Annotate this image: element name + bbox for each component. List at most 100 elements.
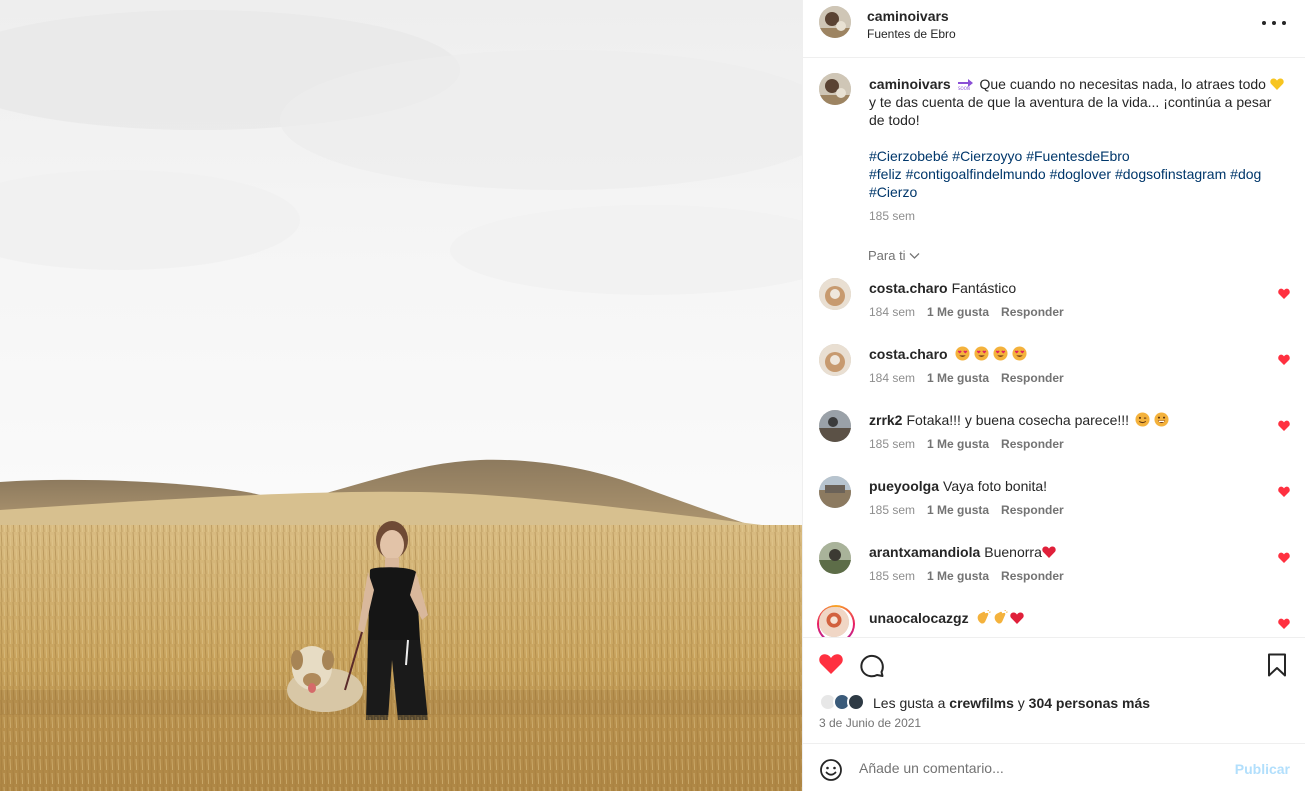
caption-username[interactable]: caminoivars bbox=[869, 76, 951, 92]
caption-timestamp[interactable]: 185 sem bbox=[869, 209, 915, 223]
commenter-username[interactable]: unaocalocazgz bbox=[869, 610, 969, 626]
grinning-emoji-icon bbox=[1154, 412, 1169, 427]
comment-time[interactable]: 184 sem bbox=[869, 305, 915, 319]
hashtag-link[interactable]: #dogsofinstagram bbox=[1115, 166, 1226, 182]
first-liker-link[interactable]: crewfilms bbox=[949, 695, 1014, 711]
red-heart-emoji-icon bbox=[1010, 612, 1025, 624]
comment-meta: 185 sem 1 Me gusta Responder bbox=[869, 503, 1064, 517]
comment-like-heart-icon[interactable] bbox=[1278, 552, 1290, 563]
post-photo[interactable] bbox=[0, 0, 802, 791]
publish-button[interactable]: Publicar bbox=[1235, 761, 1290, 777]
comment-likes[interactable]: 1 Me gusta bbox=[927, 503, 989, 517]
comment-item: pueyoolga Vaya foto bonita! 185 sem 1 Me … bbox=[803, 476, 1305, 536]
reply-button[interactable]: Responder bbox=[1001, 503, 1064, 517]
comment-text: zrrk2 Fotaka!!! y buena cosecha parece!!! bbox=[869, 411, 1249, 429]
comment-text: arantxamandiola Buenorra bbox=[869, 543, 1249, 561]
commenter-username[interactable]: zrrk2 bbox=[869, 412, 902, 428]
post-date[interactable]: 3 de Junio de 2021 bbox=[819, 716, 921, 730]
commenter-avatar[interactable] bbox=[819, 542, 851, 574]
add-comment-bar: Publicar bbox=[803, 743, 1305, 791]
comment-sort-dropdown[interactable]: Para ti bbox=[868, 248, 920, 263]
comment-item: costa.charo 184 sem 1 Me gusta Responder bbox=[803, 344, 1305, 404]
author-avatar[interactable] bbox=[819, 6, 851, 38]
hashtag-link[interactable]: #FuentesdeEbro bbox=[1026, 148, 1130, 164]
hashtag-link[interactable]: #doglover bbox=[1050, 166, 1112, 182]
comment-text: pueyoolga Vaya foto bonita! bbox=[869, 478, 1048, 494]
comment-input[interactable] bbox=[859, 754, 1219, 782]
comment-meta: 185 sem 1 Me gusta Responder bbox=[869, 437, 1064, 451]
post-caption: caminoivars SOON Que cuando no necesitas… bbox=[869, 75, 1289, 129]
emoji-picker-icon[interactable] bbox=[819, 758, 843, 782]
likers-avatars[interactable] bbox=[819, 692, 871, 712]
commenter-avatar[interactable] bbox=[819, 607, 849, 637]
comment-item: costa.charo Fantástico 184 sem 1 Me gusta… bbox=[803, 278, 1305, 338]
commenter-avatar[interactable] bbox=[819, 476, 851, 508]
comment-like-heart-icon[interactable] bbox=[1278, 288, 1290, 299]
reply-button[interactable]: Responder bbox=[1001, 437, 1064, 451]
heart-eyes-emoji-icon bbox=[993, 346, 1009, 361]
reply-button[interactable]: Responder bbox=[1001, 569, 1064, 583]
comment-text: unaocalocazgz bbox=[869, 609, 1249, 627]
caption-hashtags: #Cierzobebé #Cierzoyyo #FuentesdeEbro #f… bbox=[869, 147, 1289, 201]
hashtag-link[interactable]: #contigoalfindelmundo bbox=[906, 166, 1046, 182]
caption-text-1: Que cuando no necesitas nada, lo atraes … bbox=[979, 76, 1266, 92]
commenter-username[interactable]: costa.charo bbox=[869, 346, 948, 362]
commenter-username[interactable]: arantxamandiola bbox=[869, 544, 980, 560]
comment-text: costa.charo bbox=[869, 345, 1249, 363]
comment-item: arantxamandiola Buenorra 185 sem 1 Me gus… bbox=[803, 542, 1305, 602]
comment-item: unaocalocazgz bbox=[803, 605, 1305, 637]
red-heart-emoji-icon bbox=[1042, 546, 1056, 558]
winking-emoji-icon bbox=[1135, 412, 1150, 427]
hashtag-link[interactable]: #dog bbox=[1230, 166, 1261, 182]
caption-author-avatar[interactable] bbox=[819, 73, 851, 105]
commenter-avatar[interactable] bbox=[819, 344, 851, 376]
commenter-avatar[interactable] bbox=[819, 410, 851, 442]
comment-time[interactable]: 184 sem bbox=[869, 371, 915, 385]
reply-button[interactable]: Responder bbox=[1001, 371, 1064, 385]
comments-section[interactable]: caminoivars SOON Que cuando no necesitas… bbox=[803, 59, 1305, 637]
post-location[interactable]: Fuentes de Ebro bbox=[867, 27, 956, 41]
comment-item: zrrk2 Fotaka!!! y buena cosecha parece!!!… bbox=[803, 410, 1305, 470]
comment-likes[interactable]: 1 Me gusta bbox=[927, 437, 989, 451]
comment-text: costa.charo Fantástico bbox=[869, 280, 1017, 296]
hashtag-link[interactable]: #Cierzobebé bbox=[869, 148, 948, 164]
post-dialog: caminoivars Fuentes de Ebro caminoivars … bbox=[0, 0, 1305, 791]
comment-likes[interactable]: 1 Me gusta bbox=[927, 305, 989, 319]
clapping-hands-emoji-icon bbox=[978, 610, 992, 624]
comment-time[interactable]: 185 sem bbox=[869, 569, 915, 583]
heart-eyes-emoji-icon bbox=[974, 346, 990, 361]
post-actions: Les gusta a crewfilms y 304 personas más… bbox=[803, 637, 1305, 743]
comment-likes[interactable]: 1 Me gusta bbox=[927, 569, 989, 583]
soon-arrow-icon: SOON bbox=[957, 79, 973, 90]
comment-like-heart-icon[interactable] bbox=[1278, 420, 1290, 431]
author-username[interactable]: caminoivars bbox=[867, 8, 949, 24]
hashtag-link[interactable]: #Cierzo bbox=[869, 184, 917, 200]
bookmark-icon[interactable] bbox=[1264, 652, 1290, 678]
caption-text-2: y te das cuenta de que la aventura de la… bbox=[869, 94, 1272, 128]
comment-meta: 184 sem 1 Me gusta Responder bbox=[869, 305, 1064, 319]
clapping-hands-emoji-icon bbox=[995, 610, 1009, 624]
story-ring[interactable] bbox=[817, 605, 855, 637]
comment-meta: 184 sem 1 Me gusta Responder bbox=[869, 371, 1064, 385]
comment-time[interactable]: 185 sem bbox=[869, 503, 915, 517]
comment-bubble-icon[interactable] bbox=[859, 652, 885, 678]
commenter-username[interactable]: pueyoolga bbox=[869, 478, 939, 494]
comment-like-heart-icon[interactable] bbox=[1278, 486, 1290, 497]
comment-like-heart-icon[interactable] bbox=[1278, 354, 1290, 365]
others-likes-link[interactable]: 304 personas más bbox=[1029, 695, 1150, 711]
comment-time[interactable]: 185 sem bbox=[869, 437, 915, 451]
commenter-username[interactable]: costa.charo bbox=[869, 280, 948, 296]
reply-button[interactable]: Responder bbox=[1001, 305, 1064, 319]
yellow-heart-icon bbox=[1270, 78, 1284, 90]
svg-text:SOON: SOON bbox=[958, 86, 970, 90]
comment-likes[interactable]: 1 Me gusta bbox=[927, 371, 989, 385]
hashtag-link[interactable]: #Cierzoyyo bbox=[952, 148, 1022, 164]
liker-avatar bbox=[847, 693, 865, 711]
commenter-avatar[interactable] bbox=[819, 278, 851, 310]
more-options-icon[interactable] bbox=[1262, 14, 1286, 32]
like-heart-icon[interactable] bbox=[818, 651, 844, 677]
chevron-down-icon bbox=[909, 252, 920, 259]
hashtag-link[interactable]: #feliz bbox=[869, 166, 902, 182]
sort-label: Para ti bbox=[868, 248, 906, 263]
comment-like-heart-icon[interactable] bbox=[1278, 618, 1290, 629]
